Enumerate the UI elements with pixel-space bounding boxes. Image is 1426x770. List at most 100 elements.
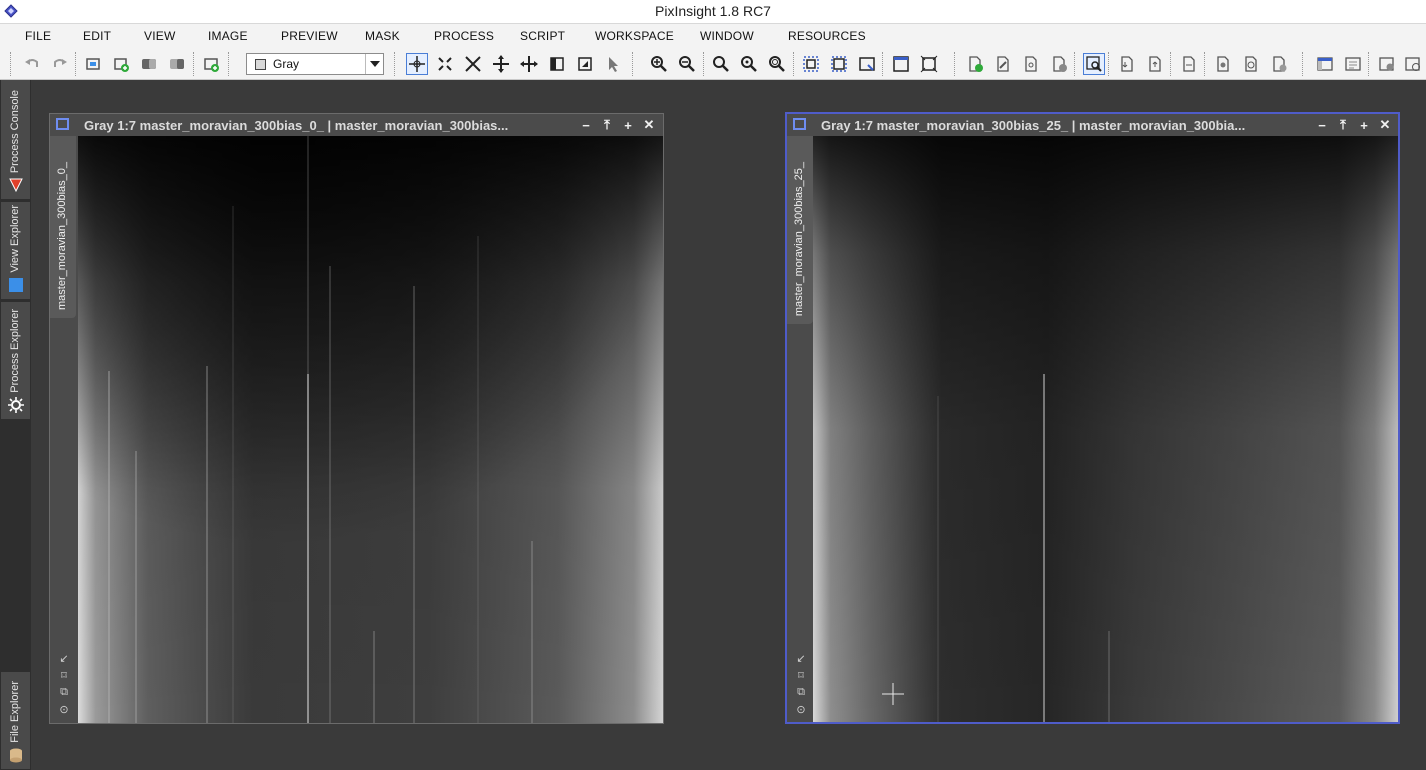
minimize-icon[interactable]: − [579,117,593,133]
zoom-1-icon[interactable] [710,53,732,75]
channel-select[interactable]: Gray [246,53,384,75]
settings-icon[interactable] [1376,53,1398,75]
toolbar-separator [1368,52,1370,76]
tab-file-explorer[interactable]: File Explorer [1,672,30,770]
doc-link-icon[interactable] [1020,53,1042,75]
menu-process[interactable]: PROCESS [434,29,494,43]
image-window-active[interactable]: Gray 1:7 master_moravian_300bias_25_ | m… [785,112,1400,724]
preview-edit-icon[interactable] [828,53,850,75]
image-canvas[interactable] [813,136,1398,722]
fit-icon[interactable] [434,53,456,75]
undo-icon[interactable] [21,53,43,75]
chevron-down-icon[interactable] [365,54,383,74]
mask-invert-icon[interactable] [166,53,188,75]
track-view-icon[interactable]: ⊙ [793,703,809,720]
toolbar-separator [193,52,195,76]
crop-icon[interactable] [546,53,568,75]
zoom-fit-icon[interactable]: ↙ [56,652,72,669]
stf-icon[interactable] [1116,53,1138,75]
close-icon[interactable]: ✕ [642,117,656,133]
stf-reset-icon[interactable] [1178,53,1200,75]
shade-icon[interactable]: ⤒ [1336,117,1350,133]
shade-icon[interactable]: ⤒ [600,117,614,133]
view-explorer-icon [9,278,23,292]
close-icon[interactable]: ✕ [1378,117,1392,133]
undo-history-icon[interactable] [1240,53,1262,75]
toolbar-separator [793,52,795,76]
preview-store-icon[interactable] [856,53,878,75]
menu-mask[interactable]: MASK [365,29,400,43]
window-title: Gray 1:7 master_moravian_300bias_0_ | ma… [84,118,509,133]
menu-script[interactable]: SCRIPT [520,29,565,43]
menu-edit[interactable]: EDIT [83,29,111,43]
zoom-in-icon[interactable] [648,53,670,75]
gear-icon [8,397,24,413]
menu-preview[interactable]: PREVIEW [281,29,338,43]
clone-icon[interactable]: ⧉ [56,686,72,703]
window-title-bar[interactable]: Gray 1:7 master_moravian_300bias_25_ | m… [787,114,1398,136]
view-id-tab[interactable]: master_moravian_300bias_25_ [787,136,813,324]
misc-icon[interactable] [1402,53,1424,75]
redo-icon[interactable] [49,53,71,75]
doc-edit-icon[interactable] [992,53,1014,75]
doc-add-icon[interactable] [964,53,986,75]
tab-process-explorer[interactable]: Process Explorer [1,302,30,420]
toolbar-separator [394,52,396,76]
view-controls: ↙ ⌑ ⧉ ⊙ [793,652,809,720]
pointer-icon[interactable] [602,53,624,75]
channel-select-value: Gray [273,57,300,71]
toolbar-separator [954,52,956,76]
window-fit-icon[interactable] [890,53,912,75]
add-image-icon[interactable] [110,53,132,75]
track-icon[interactable] [1212,53,1234,75]
zoom-reset-icon[interactable]: ⌑ [793,669,809,686]
track-view-icon[interactable]: ⊙ [56,703,72,720]
window-max-icon[interactable] [918,53,940,75]
menu-resources[interactable]: RESOURCES [788,29,866,43]
minimize-icon[interactable]: − [1315,117,1329,133]
script-icon[interactable] [1342,53,1364,75]
maximize-icon[interactable]: + [621,117,635,133]
zoom-3-icon[interactable] [766,53,788,75]
menu-workspace[interactable]: WORKSPACE [595,29,674,43]
menu-file[interactable]: FILE [25,29,51,43]
tab-view-explorer[interactable]: View Explorer [1,202,30,300]
window-buttons: − ⤒ + ✕ [579,117,656,133]
tab-process-console[interactable]: Process Console [1,80,30,200]
redo-history-icon[interactable] [1268,53,1290,75]
new-preview-icon[interactable] [200,53,222,75]
view-id-label: master_moravian_300bias_0_ [56,162,68,310]
view-id-label: master_moravian_300bias_25_ [793,161,805,316]
menu-image[interactable]: IMAGE [208,29,248,43]
menu-window[interactable]: WINDOW [700,29,754,43]
pan-icon[interactable] [490,53,512,75]
new-image-icon[interactable] [82,53,104,75]
image-window[interactable]: Gray 1:7 master_moravian_300bias_0_ | ma… [49,113,664,724]
toolbar-separator [882,52,884,76]
toolbar-separator [632,52,634,76]
gray-swatch-icon [255,59,266,70]
workspace-icon[interactable] [1314,53,1336,75]
zoom-out-icon[interactable] [676,53,698,75]
title-bar: PixInsight 1.8 RC7 [0,0,1426,24]
stf-auto-icon[interactable] [1144,53,1166,75]
preview-select-icon[interactable] [800,53,822,75]
mask-icon[interactable] [138,53,160,75]
menu-view[interactable]: VIEW [144,29,175,43]
window-title-bar[interactable]: Gray 1:7 master_moravian_300bias_0_ | ma… [50,114,663,136]
readout-cross-icon[interactable] [406,53,428,75]
doc-remove-icon[interactable] [1048,53,1070,75]
magnifier-active-icon[interactable] [1083,53,1105,75]
zoom-extents-icon[interactable] [462,53,484,75]
move-icon[interactable] [518,53,540,75]
clone-icon[interactable]: ⧉ [793,686,809,703]
maximize-icon[interactable]: + [1357,117,1371,133]
zoom-reset-icon[interactable]: ⌑ [56,669,72,686]
zoom-fit-icon[interactable]: ↙ [793,652,809,669]
toolbar [0,48,1426,80]
image-canvas[interactable] [78,136,663,723]
select-icon[interactable] [574,53,596,75]
zoom-2-icon[interactable] [738,53,760,75]
toolbar-separator [1108,52,1110,76]
view-id-tab[interactable]: master_moravian_300bias_0_ [50,136,76,318]
